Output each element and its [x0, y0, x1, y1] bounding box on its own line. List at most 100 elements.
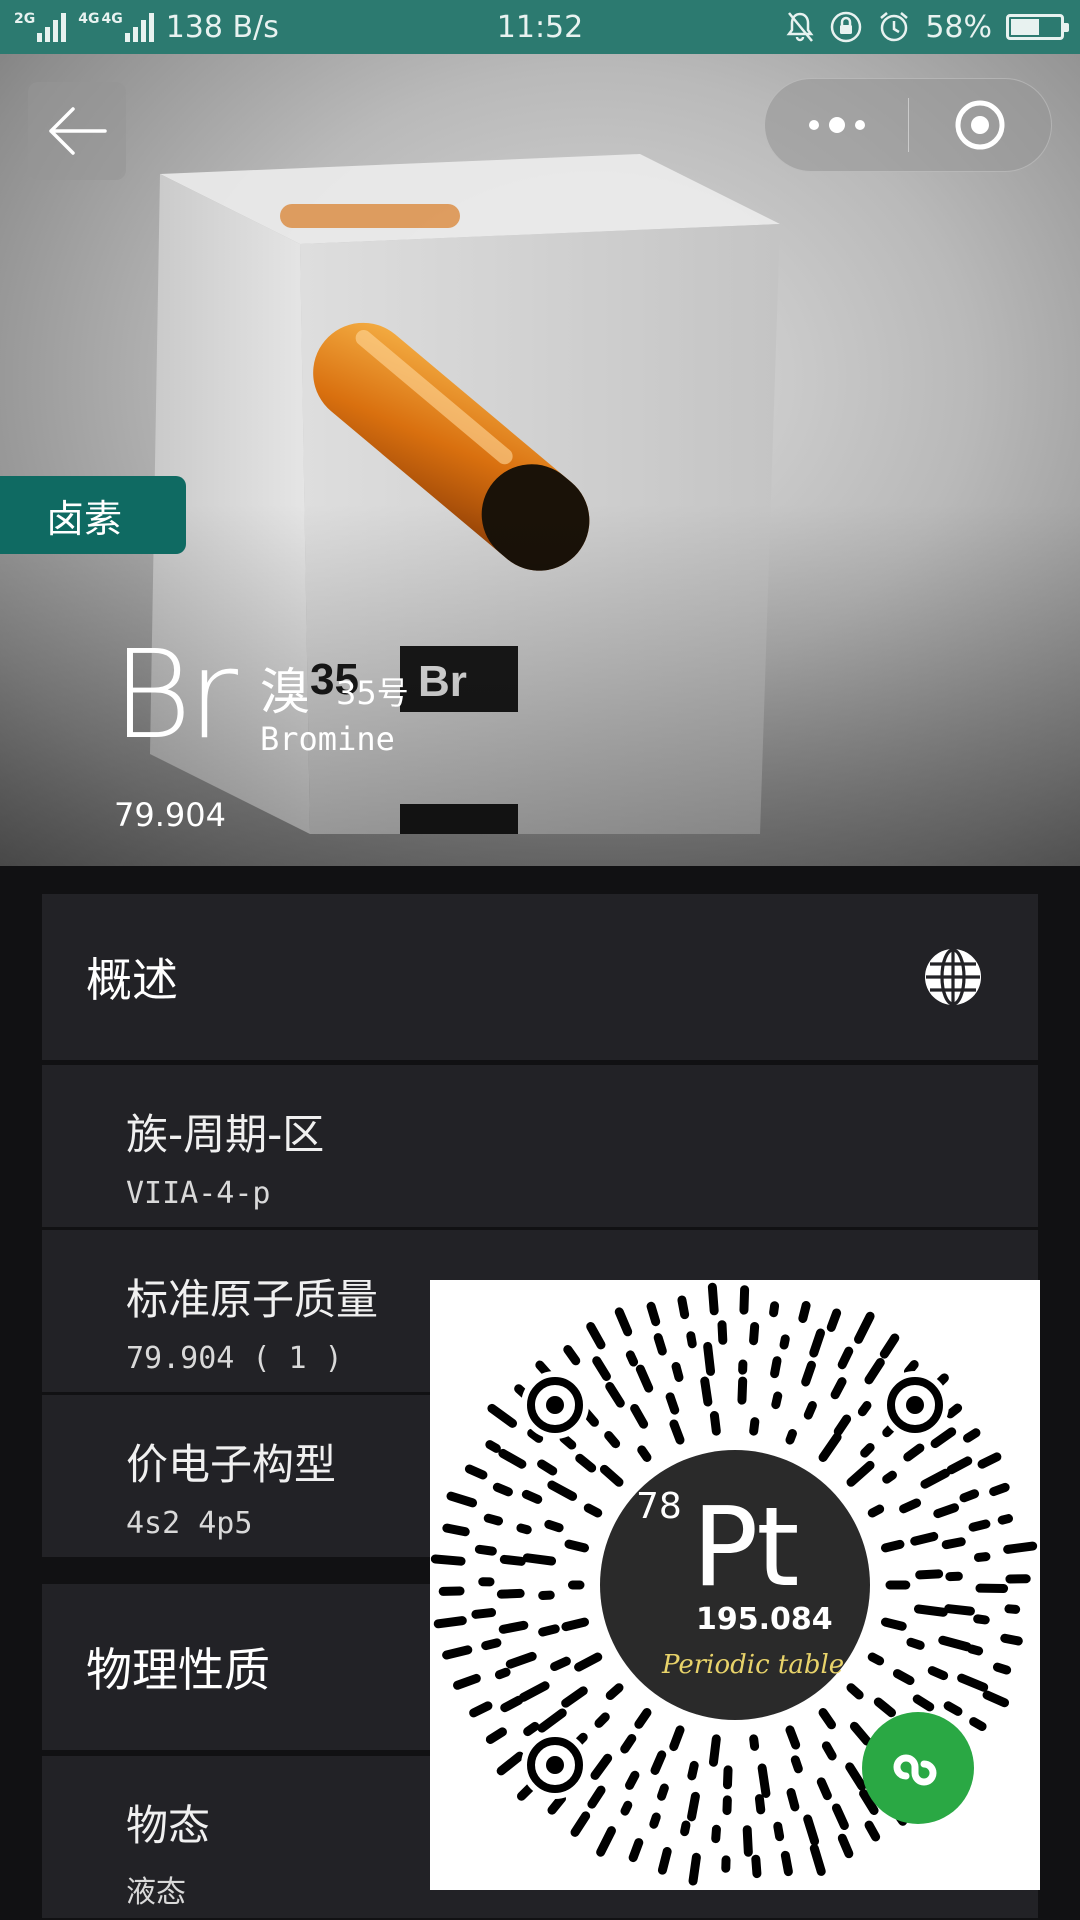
code-dash [903, 1360, 919, 1377]
mute-bell-icon [786, 12, 814, 42]
code-dash [516, 1523, 532, 1535]
code-dash [867, 1652, 885, 1666]
code-dash [481, 1638, 502, 1651]
alarm-icon [880, 12, 909, 42]
code-dash [903, 1443, 925, 1462]
code-dash [657, 1783, 669, 1801]
element-hero: 35 Br 卤素 Br 溴 35号 Bromine 79.904 [0, 54, 1080, 866]
back-button[interactable] [28, 82, 126, 180]
element-atomic-mass: 79.904 [114, 796, 226, 834]
code-dash [599, 1464, 624, 1487]
code-dash [559, 1433, 577, 1450]
mini-program-icon [893, 1754, 937, 1786]
code-dash [544, 1519, 564, 1533]
code-dash [637, 1445, 652, 1462]
code-element-symbol: Pt [692, 1483, 799, 1611]
code-dash [634, 1708, 652, 1729]
close-mini-program-button[interactable] [909, 79, 1051, 171]
code-dash [628, 1838, 644, 1863]
more-menu-button[interactable] [765, 79, 908, 171]
globe-icon[interactable] [922, 946, 984, 1008]
code-dash [561, 1617, 590, 1632]
code-dash [614, 1307, 633, 1337]
code-dash [665, 1392, 680, 1415]
code-dash [680, 1820, 691, 1837]
code-dash [635, 1364, 654, 1393]
code-dash [867, 1504, 885, 1518]
network-type-label: 4G [101, 11, 123, 27]
code-dash [669, 1725, 685, 1752]
code-dash [899, 1498, 922, 1514]
code-dash [963, 1428, 981, 1443]
code-dash [586, 1322, 606, 1350]
code-dash [452, 1673, 481, 1690]
mini-program-capsule [764, 78, 1052, 172]
code-dash [483, 1513, 504, 1526]
code-dash [653, 1333, 667, 1356]
code-dash [625, 1770, 640, 1790]
code-dash [722, 1765, 733, 1790]
code-dash [494, 1667, 511, 1680]
code-dash [785, 1429, 797, 1445]
code-dash [880, 1539, 905, 1553]
code-dash [605, 1381, 625, 1408]
code-dash [957, 1673, 989, 1692]
code-dash [943, 1701, 963, 1716]
code-dash [686, 1331, 697, 1349]
dot-icon [808, 120, 819, 130]
code-dash [754, 1794, 766, 1815]
mini-program-code[interactable]: 78 Pt 195.084 Periodic table [430, 1280, 1040, 1890]
section-header-overview[interactable]: 概述 [42, 894, 1038, 1060]
code-dash [537, 1459, 558, 1476]
code-dash [630, 1403, 649, 1429]
battery-level [1011, 19, 1039, 35]
code-atomic-number: 78 [636, 1486, 682, 1527]
code-dash [803, 1814, 820, 1846]
code-dash [809, 1328, 826, 1358]
code-dash [849, 1721, 872, 1746]
code-atomic-mass: 195.084 [696, 1602, 833, 1637]
signal-icon [37, 12, 67, 42]
code-dash [547, 1793, 567, 1815]
code-dash [913, 1604, 948, 1617]
code-dash [997, 1514, 1013, 1525]
code-dash [1000, 1633, 1023, 1646]
code-dash [977, 1452, 1002, 1469]
code-dash [831, 1803, 849, 1831]
code-dash [830, 1377, 847, 1400]
code-dash [707, 1282, 719, 1316]
code-dash [596, 1826, 616, 1857]
code-dash [498, 1448, 527, 1469]
code-dash [590, 1753, 613, 1780]
code-dash [485, 1440, 501, 1453]
code-dash [973, 1614, 990, 1625]
code-dash [669, 1419, 685, 1445]
code-dash [492, 1482, 513, 1497]
code-dash [982, 1690, 1010, 1708]
element-symbol: Br [112, 624, 238, 766]
dot-icon [854, 120, 865, 130]
code-dash [837, 1833, 854, 1859]
code-dash [469, 1701, 493, 1718]
code-dash [496, 1751, 525, 1776]
code-dash [857, 1401, 872, 1417]
code-dash [801, 1360, 816, 1387]
code-dash [537, 1708, 567, 1733]
code-dash [650, 1750, 667, 1775]
code-dash [575, 1453, 597, 1473]
code-dash [717, 1320, 728, 1345]
code-dash [523, 1721, 540, 1737]
code-dash [646, 1301, 661, 1327]
code-dash [605, 1683, 624, 1701]
element-atomic-number: 35号 [336, 674, 409, 712]
code-dash [912, 1694, 935, 1712]
code-dash [833, 1414, 852, 1436]
network-type-label: 4G [78, 11, 100, 27]
info-label: 族-周期-区 [126, 1110, 325, 1159]
code-dash [709, 1410, 721, 1436]
code-dash [780, 1850, 793, 1877]
code-dash [915, 1569, 944, 1580]
code-dash [604, 1431, 621, 1449]
code-dash [809, 1843, 826, 1876]
code-dash [499, 1554, 526, 1566]
